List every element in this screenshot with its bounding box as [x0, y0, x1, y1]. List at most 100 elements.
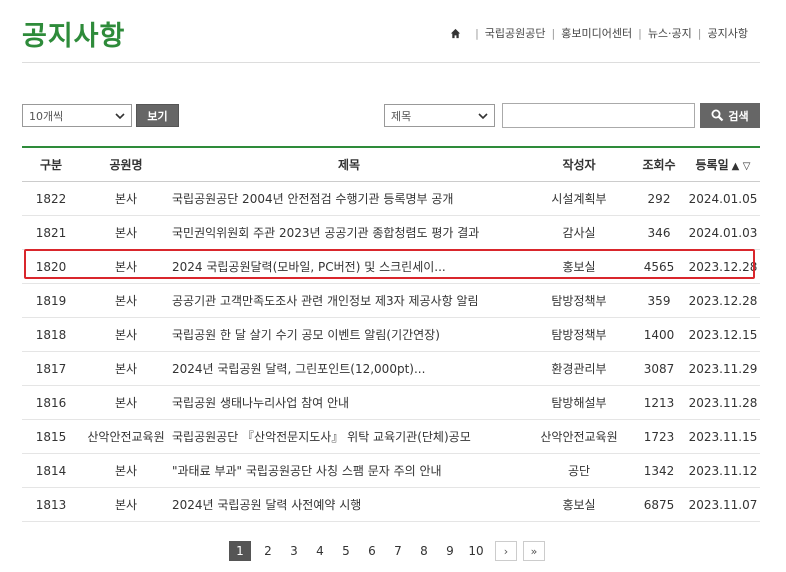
row-no: 1818: [35, 327, 67, 342]
row-views: 1213: [643, 395, 675, 410]
pagination: 1 2 3 4 5 6 7 8 9 10 › »: [229, 541, 545, 561]
row-date: 2023.12.28: [688, 259, 758, 274]
row-views: 1400: [643, 327, 675, 342]
header-author: 작성자: [562, 158, 596, 172]
row-park: 본사: [114, 362, 138, 376]
breadcrumb-item-knps[interactable]: 국립공원공단: [485, 25, 546, 41]
row-title-link[interactable]: 국립공원 생태나누리사업 참여 안내: [172, 394, 526, 411]
page-link[interactable]: 6: [359, 541, 385, 561]
chevron-down-icon: [478, 112, 488, 119]
row-views: 359: [647, 293, 671, 308]
top-divider: [22, 62, 760, 63]
row-title-link[interactable]: "과태료 부과" 국립공원공단 사칭 스팸 문자 주의 안내: [172, 462, 526, 479]
row-title-link[interactable]: 2024년 국립공원 달력, 그린포인트(12,000pt)...: [172, 360, 526, 377]
row-no: 1822: [35, 191, 67, 206]
row-title-link[interactable]: 2024 국립공원달력(모바일, PC버전) 및 스크린세이...: [172, 258, 526, 275]
row-park: 본사: [114, 498, 138, 512]
header-title: 제목: [337, 158, 361, 172]
row-no: 1820: [35, 259, 67, 274]
table-row[interactable]: 1815 산악안전교육원 국립공원공단 『산악전문지도사』 위탁 교육기관(단체)공…: [22, 420, 760, 454]
table-row[interactable]: 1822 본사 국립공원공단 2004년 안전점검 수행기관 등록명부 공개 시설계획…: [22, 182, 760, 216]
header-date[interactable]: 등록일 ▲ ▽: [686, 156, 760, 173]
table-row[interactable]: 1821 본사 국민권익위원회 주관 2023년 공공기관 종합청렴도 평가 결과 감…: [22, 216, 760, 250]
row-author: 감사실: [562, 226, 596, 240]
table-row[interactable]: 1814 본사 "과태료 부과" 국립공원공단 사칭 스팸 문자 주의 안내 공단 13…: [22, 454, 760, 488]
row-date: 2024.01.03: [688, 225, 758, 240]
home-icon[interactable]: [450, 28, 461, 39]
breadcrumb-item-media-center[interactable]: 홍보미디어센터: [561, 25, 632, 41]
row-no: 1816: [35, 395, 67, 410]
row-title-link[interactable]: 국립공원공단 『산악전문지도사』 위탁 교육기관(단체)공모: [172, 428, 526, 445]
row-park: 본사: [114, 226, 138, 240]
row-park: 본사: [114, 328, 138, 342]
breadcrumb-separator: |: [475, 26, 479, 40]
row-views: 4565: [643, 259, 675, 274]
table-row[interactable]: 1816 본사 국립공원 생태나누리사업 참여 안내 탐방해설부 1213 2023.11…: [22, 386, 760, 420]
breadcrumb-item-notice[interactable]: 공지사항: [708, 25, 748, 41]
row-views: 3087: [643, 361, 675, 376]
row-no: 1821: [35, 225, 67, 240]
sort-toggle-icon[interactable]: ▲ ▽: [732, 161, 751, 172]
page-title: 공지사항: [22, 21, 126, 52]
row-title-link[interactable]: 국민권익위원회 주관 2023년 공공기관 종합청렴도 평가 결과: [172, 224, 526, 241]
notice-table: 구분 공원명 제목 작성자 조회수 등록일 ▲ ▽ 1822 본사 국립공원공단 20…: [22, 146, 760, 522]
page-link[interactable]: 5: [333, 541, 359, 561]
row-date: 2023.12.28: [688, 293, 758, 308]
page-link[interactable]: 10: [463, 541, 489, 561]
table-row[interactable]: 1818 본사 국립공원 한 달 살기 수기 공모 이벤트 알림(기간연장) 탐방정책…: [22, 318, 760, 352]
next-page-button[interactable]: ›: [495, 541, 517, 561]
row-park: 본사: [114, 260, 138, 274]
row-title-link[interactable]: 2024년 국립공원 달력 사전예약 시행: [172, 496, 526, 513]
row-no: 1815: [35, 429, 67, 444]
row-views: 6875: [643, 497, 675, 512]
row-date: 2024.01.05: [688, 191, 758, 206]
row-park: 본사: [114, 464, 138, 478]
row-views: 346: [647, 225, 671, 240]
page-link[interactable]: 2: [255, 541, 281, 561]
breadcrumb-separator: |: [551, 26, 556, 40]
per-page-value: 10개씩: [29, 109, 64, 123]
table-row[interactable]: 1813 본사 2024년 국립공원 달력 사전예약 시행 홍보실 6875 2023.1…: [22, 488, 760, 522]
row-title-link[interactable]: 국립공원 한 달 살기 수기 공모 이벤트 알림(기간연장): [172, 326, 526, 343]
per-page-select[interactable]: 10개씩: [22, 104, 132, 127]
page-current[interactable]: 1: [229, 541, 251, 561]
row-date: 2023.11.29: [688, 361, 758, 376]
row-author: 환경관리부: [551, 362, 607, 376]
breadcrumb-separator: |: [697, 26, 702, 40]
search-field-select[interactable]: 제목: [384, 104, 495, 127]
row-date: 2023.11.15: [688, 429, 758, 444]
row-author: 탐방정책부: [551, 328, 607, 342]
search-input[interactable]: [502, 103, 695, 128]
row-title-link[interactable]: 공공기관 고객만족도조사 관련 개인정보 제3자 제공사항 알림: [172, 292, 526, 309]
row-no: 1813: [35, 497, 67, 512]
row-park: 산악안전교육원: [87, 430, 165, 444]
table-row[interactable]: 1820 본사 2024 국립공원달력(모바일, PC버전) 및 스크린세이... 홍…: [22, 250, 760, 284]
row-views: 292: [647, 191, 671, 206]
last-page-button[interactable]: »: [523, 541, 545, 561]
page-link[interactable]: 3: [281, 541, 307, 561]
chevron-down-icon: [115, 112, 125, 119]
row-date: 2023.11.07: [688, 497, 758, 512]
table-row[interactable]: 1817 본사 2024년 국립공원 달력, 그린포인트(12,000pt)... 환…: [22, 352, 760, 386]
row-date: 2023.11.12: [688, 463, 758, 478]
row-views: 1723: [643, 429, 675, 444]
row-date: 2023.11.28: [688, 395, 758, 410]
header-date-label: 등록일: [695, 158, 729, 172]
search-button-label: 검색: [728, 109, 749, 123]
row-author: 시설계획부: [551, 192, 607, 206]
table-header: 구분 공원명 제목 작성자 조회수 등록일 ▲ ▽: [22, 148, 760, 182]
page-link[interactable]: 8: [411, 541, 437, 561]
row-author: 홍보실: [562, 260, 596, 274]
page-link[interactable]: 7: [385, 541, 411, 561]
breadcrumb: | 국립공원공단 | 홍보미디어센터 | 뉴스·공지 | 공지사항: [450, 25, 748, 41]
row-author: 탐방정책부: [551, 294, 607, 308]
row-views: 1342: [643, 463, 675, 478]
search-button[interactable]: 검색: [700, 103, 760, 128]
view-button[interactable]: 보기: [136, 104, 179, 127]
page-link[interactable]: 4: [307, 541, 333, 561]
page-link[interactable]: 9: [437, 541, 463, 561]
row-title-link[interactable]: 국립공원공단 2004년 안전점검 수행기관 등록명부 공개: [172, 190, 526, 207]
breadcrumb-item-news[interactable]: 뉴스·공지: [648, 25, 692, 41]
breadcrumb-separator: |: [638, 26, 642, 40]
table-row[interactable]: 1819 본사 공공기관 고객만족도조사 관련 개인정보 제3자 제공사항 알림 탐방…: [22, 284, 760, 318]
